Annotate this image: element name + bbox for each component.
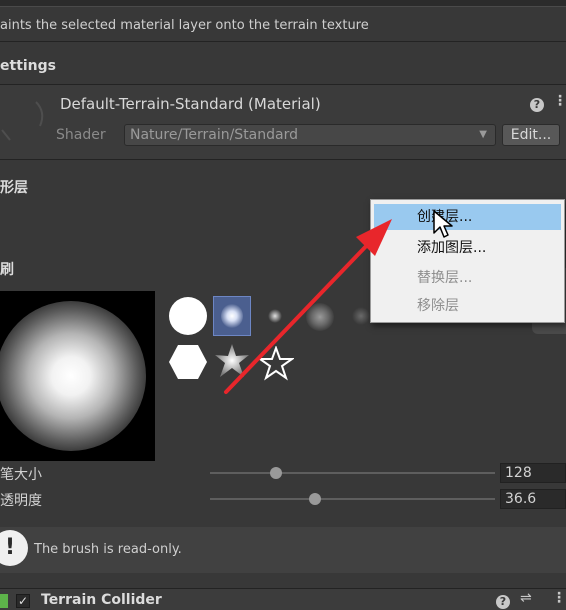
brush-hexagon[interactable] bbox=[168, 343, 208, 381]
brush-circle[interactable] bbox=[169, 297, 207, 335]
divider bbox=[0, 159, 566, 160]
brush-size-slider-track[interactable] bbox=[210, 472, 495, 474]
menu-item-remove-layer[interactable]: 移除层 bbox=[371, 293, 564, 319]
collider-component-icon bbox=[0, 594, 8, 608]
collider-more-icon[interactable]: ⋮ bbox=[552, 590, 566, 606]
brush-star-outline[interactable] bbox=[258, 346, 294, 382]
help-icon[interactable]: ? bbox=[530, 98, 544, 112]
menu-item-replace-layer[interactable]: 替换层... bbox=[371, 265, 564, 291]
shader-dropdown[interactable]: Nature/Terrain/Standard ▼ bbox=[124, 124, 496, 146]
collider-enabled-checkbox[interactable]: ✓ bbox=[16, 594, 30, 608]
opacity-slider-knob[interactable] bbox=[309, 493, 322, 505]
opacity-label: 透明度 bbox=[0, 493, 42, 509]
brush-cloud[interactable] bbox=[306, 303, 334, 331]
layer-context-menu: 创建层... 添加图层... 替换层... 移除层 bbox=[370, 199, 565, 323]
material-name[interactable]: Default-Terrain-Standard (Material) bbox=[60, 95, 321, 113]
shader-label: Shader bbox=[56, 127, 106, 143]
settings-title[interactable]: ettings bbox=[0, 58, 56, 74]
brush-size-slider-knob[interactable] bbox=[269, 467, 282, 479]
brushes-title: 刷 bbox=[0, 262, 14, 278]
mouse-cursor-icon bbox=[433, 210, 453, 238]
edit-shader-button[interactable]: Edit... bbox=[502, 124, 560, 146]
opacity-field[interactable]: 36.6 bbox=[500, 489, 566, 509]
chevron-down-icon: ▼ bbox=[479, 129, 487, 140]
brush-spark[interactable] bbox=[214, 343, 250, 379]
material-preview-icon bbox=[1, 101, 44, 141]
opacity-slider-track[interactable] bbox=[210, 498, 495, 500]
shader-value: Nature/Terrain/Standard bbox=[130, 127, 298, 143]
brush-small-dot[interactable] bbox=[268, 309, 282, 323]
collider-help-icon[interactable]: ? bbox=[496, 595, 510, 609]
window-title-strip bbox=[0, 0, 566, 7]
brush-soft-square-selected[interactable] bbox=[213, 296, 251, 336]
collider-preset-icon[interactable]: ⇌ bbox=[520, 590, 532, 606]
brush-size-label: 笔大小 bbox=[0, 467, 42, 483]
more-options-icon[interactable]: ⋮ bbox=[553, 93, 566, 109]
brush-preview bbox=[0, 291, 155, 461]
terrain-layers-title: 形层 bbox=[0, 180, 28, 196]
soft-brush-glyph bbox=[221, 304, 243, 328]
menu-item-create-layer[interactable]: 创建层... bbox=[374, 204, 561, 230]
brush-splatter[interactable] bbox=[352, 307, 370, 325]
divider bbox=[0, 41, 566, 42]
tool-description: aints the selected material layer onto t… bbox=[0, 18, 369, 33]
brush-preview-falloff bbox=[0, 301, 146, 451]
collider-title[interactable]: Terrain Collider bbox=[41, 592, 162, 608]
menu-item-add-layer[interactable]: 添加图层... bbox=[371, 235, 564, 261]
info-message: The brush is read-only. bbox=[34, 542, 182, 557]
brush-size-field[interactable]: 128 bbox=[500, 463, 566, 483]
